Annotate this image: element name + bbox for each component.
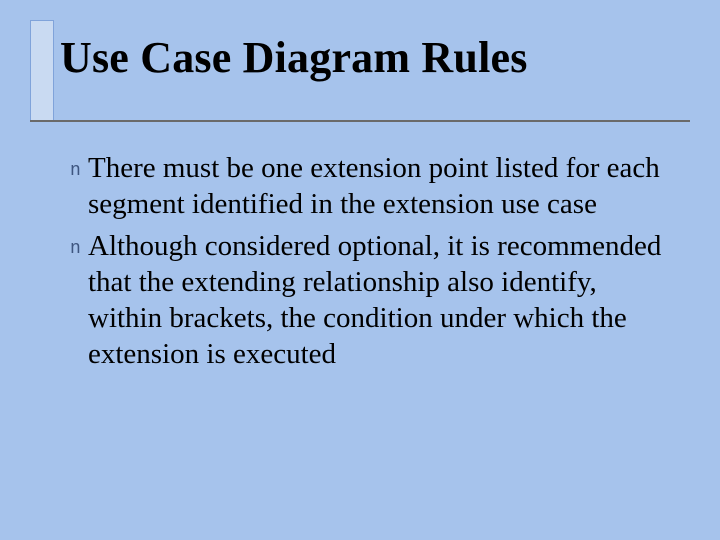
list-item-text: There must be one extension point listed… [88, 150, 670, 222]
title-underline [30, 120, 690, 122]
list-item: n Although considered optional, it is re… [70, 228, 670, 372]
slide-title: Use Case Diagram Rules [60, 32, 528, 83]
bullet-icon: n [70, 228, 88, 267]
bullet-icon: n [70, 150, 88, 189]
list-item: n There must be one extension point list… [70, 150, 670, 222]
list-item-text: Although considered optional, it is reco… [88, 228, 670, 372]
slide: Use Case Diagram Rules n There must be o… [0, 0, 720, 540]
accent-bar [30, 20, 54, 122]
slide-body: n There must be one extension point list… [70, 150, 670, 378]
